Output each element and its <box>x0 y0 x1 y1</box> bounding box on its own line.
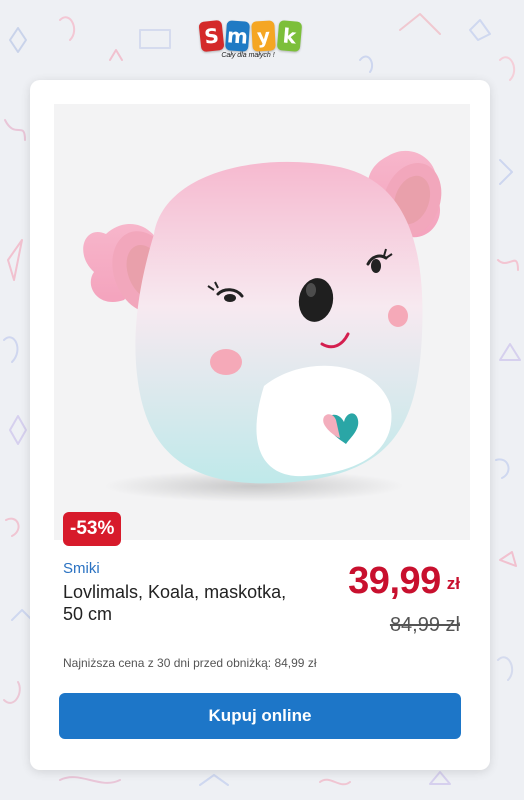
price-value: 39,99 <box>348 560 441 602</box>
product-card[interactable]: -53% Smiki Lovlimals, Koala, maskotka, 5… <box>30 80 490 770</box>
logo-letters: S m y k <box>198 19 324 53</box>
logo-letter: y <box>251 20 276 52</box>
current-price: 39,99 zł <box>348 560 460 603</box>
logo-tagline: Cały dla małych ! <box>221 52 275 59</box>
logo-letter: m <box>224 20 251 52</box>
product-title[interactable]: Lovlimals, Koala, maskotka, 50 cm <box>63 581 303 625</box>
buy-online-button[interactable]: Kupuj online <box>59 693 461 739</box>
smyk-logo[interactable]: S m y k Cały dla małych ! <box>198 19 324 65</box>
koala-plush-image[interactable] <box>54 104 470 540</box>
discount-badge: -53% <box>63 512 122 546</box>
product-brand[interactable]: Smiki <box>63 560 100 577</box>
lowest-price-note: Najniższa cena z 30 dni przed obniżką: 8… <box>63 656 317 670</box>
logo-letter: k <box>276 20 303 52</box>
logo-letter: S <box>198 19 225 53</box>
price-currency: zł <box>446 574 460 593</box>
old-price: 84,99 zł <box>389 614 460 636</box>
